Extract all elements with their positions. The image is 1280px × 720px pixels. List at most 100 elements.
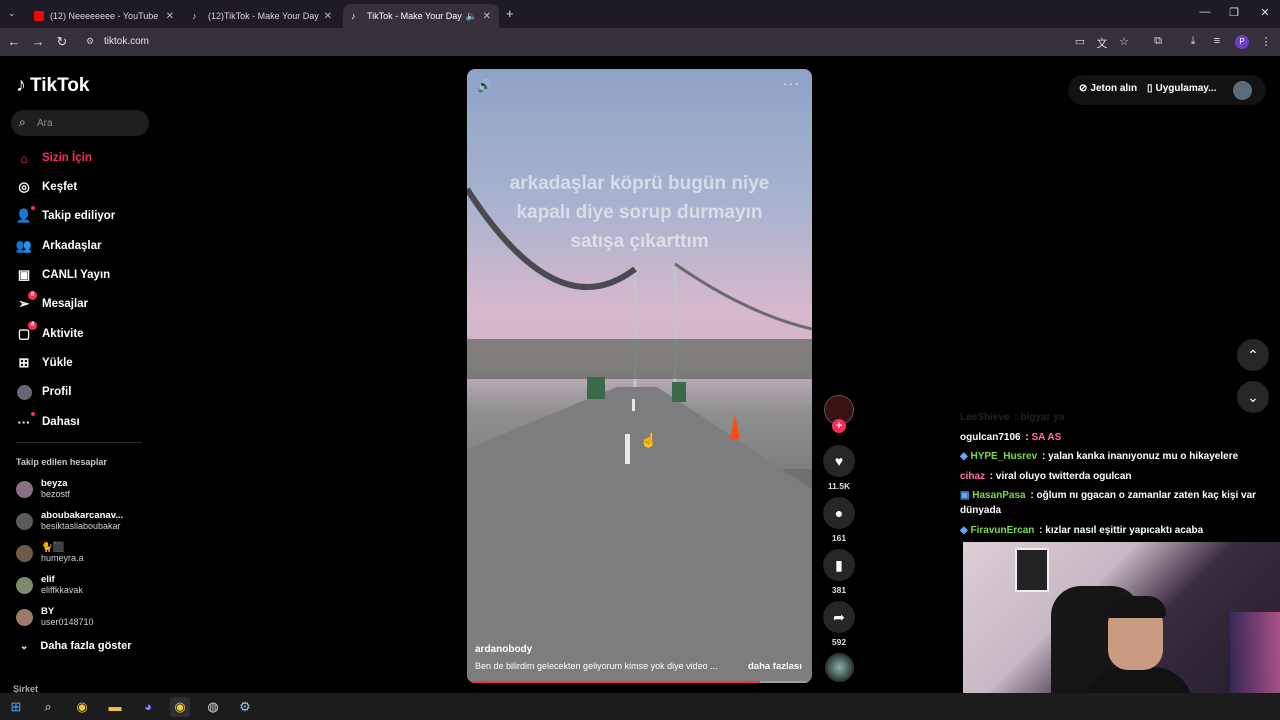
previous-video-button[interactable]: ⌃ [1237,339,1269,371]
speaker-icon[interactable]: 🔈 [466,11,477,22]
back-icon[interactable]: ← [6,34,22,49]
url-box[interactable]: ⚙ tiktok.com ▭ 文 ☆ [80,31,1140,53]
get-coins-button[interactable]: ⊘ Jeton alın [1079,83,1137,94]
tab-youtube[interactable]: (12) Neeeeeeee - YouTube ✕ [26,4,182,28]
sidebar-item-for-you[interactable]: ⌂ Sizin İçin [16,147,92,169]
heart-icon: ♥ [834,453,844,469]
followed-account[interactable]: aboubakarcanav... besiktasliaboubakar [16,508,123,534]
download-icon[interactable]: ⤓ [1186,35,1200,48]
forward-icon[interactable]: → [30,34,46,49]
window-close-icon[interactable]: ✕ [1250,6,1280,19]
url-text[interactable]: tiktok.com [104,36,149,47]
save-count: 381 [831,585,847,595]
wall-poster [1015,548,1049,592]
caption-more-link[interactable]: daha fazlası [748,661,802,672]
minimize-icon[interactable]: — [1190,6,1220,18]
discord-icon[interactable]: ◕ [138,697,158,717]
activity-badge: 4 [28,321,37,330]
site-info-icon[interactable]: ⚙ [86,36,94,47]
video-author[interactable]: ardanobody [475,644,532,655]
show-more-button[interactable]: ⌄ Daha fazla göster [20,640,131,652]
sidebar-item-following[interactable]: 👤 Takip ediliyor [16,205,115,227]
obs-icon[interactable]: ◍ [203,697,223,717]
tab-search-icon[interactable]: ⌄ [8,8,16,19]
more-options-icon[interactable]: ··· [783,75,800,91]
bookmark-star-icon[interactable]: ☆ [1117,35,1131,48]
reading-list-icon[interactable]: ≡ [1210,35,1224,47]
search-icon[interactable]: ⌕ [19,115,26,130]
sidebar-item-profile[interactable]: Profil [16,381,71,403]
sidebar-item-label: Dahası [42,416,80,428]
menu-icon[interactable]: ⋮ [1259,35,1273,48]
share-button[interactable]: ➦ [823,601,855,633]
avatar[interactable] [1233,81,1252,100]
tab-tiktok-active[interactable]: ♪ TikTok - Make Your Day 🔈 ✕ [343,4,499,28]
chrome-active-icon[interactable]: ◉ [170,697,190,717]
follow-plus-button[interactable]: + [832,419,846,433]
close-icon[interactable]: ✕ [166,11,174,22]
sidebar-item-label: Profil [42,386,72,398]
search-input[interactable] [37,114,137,132]
save-button[interactable]: ▮ [823,549,855,581]
sidebar-item-more[interactable]: ··· Dahası [16,411,80,433]
avatar [16,576,33,594]
search-box[interactable]: ⌕ [11,110,149,136]
browser-profile-avatar[interactable]: P [1235,35,1249,49]
steam-icon[interactable]: ⚙ [235,697,255,717]
account-handle: eliffkkavak [41,585,83,595]
extensions-icon[interactable]: ⧉ [1151,35,1165,48]
reload-icon[interactable]: ↻ [54,34,70,50]
followed-account[interactable]: elif eliffkkavak [16,572,83,598]
tab-title: (12)TikTok - Make Your Day [208,11,319,21]
followed-account[interactable]: beyza bezostf [16,476,70,502]
chat-text: viral oluyo twitterda ogulcan [995,471,1132,482]
comment-button[interactable]: ● [823,497,855,529]
chat-user: HYPE_Husrev [970,451,1038,462]
followed-account[interactable]: BY user0148710 [16,604,94,630]
volume-icon[interactable]: 🔊 [477,79,492,93]
file-explorer-icon[interactable]: ▬ [105,697,125,717]
account-name: 🐈⬛ [41,542,65,553]
sidebar-item-label: Yükle [42,357,73,369]
sidebar-item-explore[interactable]: ◎ Keşfet [16,176,77,198]
translate-icon[interactable]: 文 [1095,35,1109,51]
video-player[interactable]: 🔊 ··· arkadaşlar köprü bugün niye kapalı… [467,69,812,683]
activity-icon: ▢ 4 [16,321,37,342]
sidebar-item-label: Keşfet [42,181,78,193]
close-icon[interactable]: ✕ [483,11,491,22]
chat-message: ogulcan7106 : SA AS [960,432,1062,443]
close-icon[interactable]: ✕ [324,11,332,22]
chevron-up-icon: ⌃ [1247,346,1259,363]
compass-icon: ◎ [18,179,30,194]
followed-account[interactable]: 🐈⬛ humeyra.a [16,540,84,566]
video-progress-track[interactable] [467,681,812,683]
video-progress-fill [467,681,761,683]
bridge-scene [467,187,812,683]
chrome-icon[interactable]: ◉ [72,697,92,717]
restore-icon[interactable]: ❐ [1219,6,1249,19]
friends-icon: 👥 [15,238,33,253]
sidebar-item-label: CANLI Yayın [42,269,111,281]
avatar [16,480,33,498]
tab-tiktok-1[interactable]: ♪ (12)TikTok - Make Your Day ✕ [184,4,340,28]
sidebar-item-activity[interactable]: ▢ 4 Aktivite [16,321,84,345]
tiktok-note-icon: ♪ [16,74,26,96]
chat-message: ◆ HYPE_Husrev : yalan kanka inanıyonuz m… [960,451,1239,462]
get-app-button[interactable]: ▯ Uygulamay... [1147,83,1216,94]
sidebar-item-friends[interactable]: 👥 Arkadaşlar [15,235,102,257]
sidebar-item-upload[interactable]: ⊞ Yükle [16,352,73,374]
cast-icon[interactable]: ▭ [1073,35,1087,48]
tiktok-logo[interactable]: ♪ TikTok [16,74,89,97]
windows-start-icon[interactable]: ⊞ [6,697,26,717]
address-bar-row: ← → ↻ ⚙ tiktok.com ▭ 文 ☆ ⧉ ⤓ ≡ P ⋮ [0,28,1280,56]
like-button[interactable]: ♥ [823,445,855,477]
music-disc[interactable] [825,653,854,682]
like-count: 11.5K [827,481,851,491]
profile-icon [16,384,32,400]
new-tab-icon[interactable]: + [506,6,514,21]
logo-text: TikTok [30,74,90,96]
search-icon[interactable]: ⌕ [38,697,58,717]
sidebar-item-live[interactable]: ▣ CANLI Yayın [16,264,110,286]
sidebar-item-messages[interactable]: ➢ 8 Mesajlar [16,291,88,315]
next-video-button[interactable]: ⌄ [1237,381,1269,413]
